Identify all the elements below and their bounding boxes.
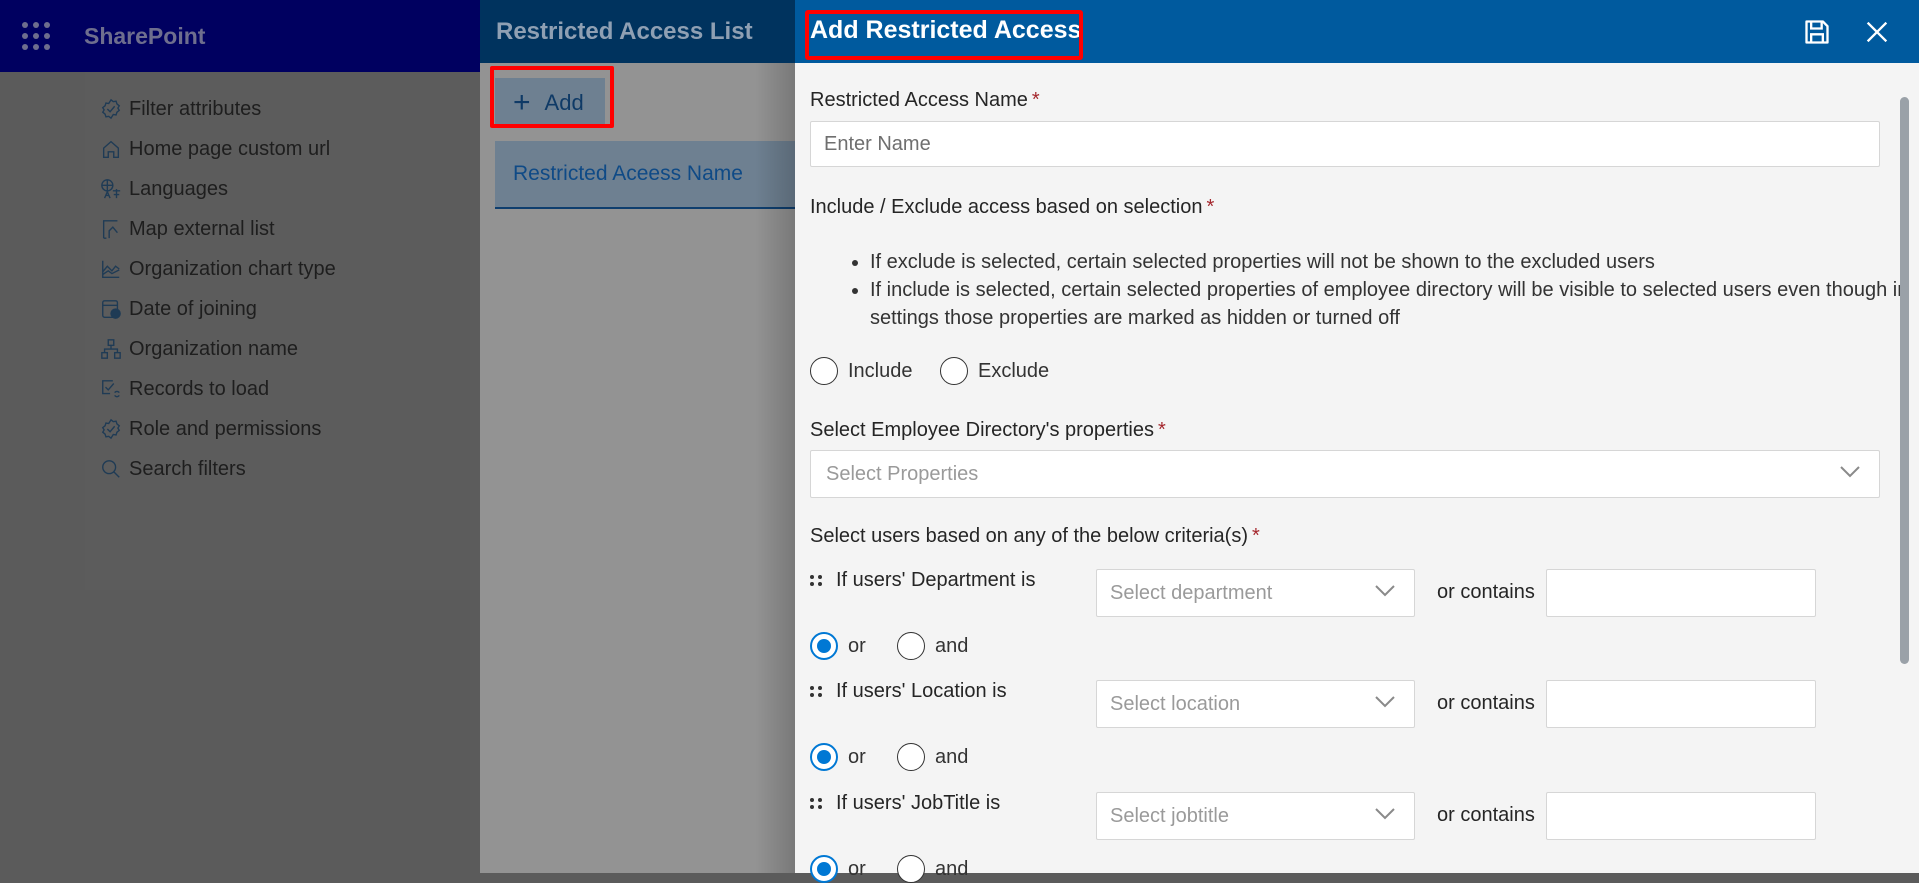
nav-item-organization-chart-type[interactable]: Organization chart type: [100, 254, 336, 284]
nav-item-filter-attributes[interactable]: Filter attributes: [100, 94, 261, 124]
checklist-sync-icon: [102, 380, 120, 398]
panel-scrollbar[interactable]: [1900, 97, 1909, 664]
properties-label: Select Employee Directory's properties *: [810, 419, 1166, 441]
add-restricted-access-panel: Add Restricted Access Restricted Access …: [795, 0, 1919, 883]
or-contains-label: or contains: [1437, 804, 1535, 826]
exclude-radio[interactable]: Exclude: [940, 357, 1049, 385]
nav-item-home-page-custom-url[interactable]: Home page custom url: [100, 134, 330, 164]
jobtitle-dropdown[interactable]: Select jobtitle: [1096, 792, 1415, 840]
location-or-radio[interactable]: or: [810, 743, 866, 771]
criteria-row-department-label: If users' Department is: [810, 569, 1035, 592]
suite-bar-overlay: SharePoint: [0, 0, 480, 72]
home-icon: [102, 140, 120, 158]
calendar-clock-icon: [102, 300, 121, 319]
department-and-radio[interactable]: and: [897, 632, 968, 660]
highlight-add-button: [490, 66, 614, 128]
panel-shadow: [755, 63, 795, 873]
location-contains-input[interactable]: [1546, 680, 1816, 728]
chevron-down-icon: [1374, 807, 1396, 821]
include-exclude-label: Include / Exclude access based on select…: [810, 196, 1215, 218]
area-chart-icon: [102, 260, 120, 278]
close-icon: [1866, 21, 1888, 43]
or-contains-label: or contains: [1437, 692, 1535, 714]
chevron-down-icon: [1374, 695, 1396, 709]
badge-check-icon: [101, 98, 121, 120]
save-button[interactable]: [1803, 18, 1831, 46]
app-name[interactable]: SharePoint: [84, 23, 205, 50]
criteria-label: Select users based on any of the below c…: [810, 525, 1260, 547]
chevron-down-icon: [1839, 465, 1861, 479]
department-contains-input[interactable]: [1546, 569, 1816, 617]
highlight-panel-title: [805, 10, 1083, 60]
nav-item-role-and-permissions[interactable]: Role and permissions: [100, 414, 321, 444]
settings-nav: Enable GCC Tenant Filter attributes Home…: [85, 50, 480, 590]
search-icon: [102, 460, 120, 478]
help-bullet: If include is selected, certain selected…: [870, 276, 1910, 332]
radio-circle: [897, 855, 925, 883]
restricted-access-list-panel: Restricted Access List + Add Restricted …: [480, 0, 795, 873]
location-dropdown[interactable]: Select location: [1096, 680, 1415, 728]
nav-item-search-filters[interactable]: Search filters: [100, 454, 246, 484]
properties-dropdown[interactable]: Select Properties: [810, 450, 1880, 498]
nav-item-records-to-load[interactable]: Records to load: [100, 374, 269, 404]
radio-circle-selected: [810, 632, 838, 660]
save-icon: [1805, 20, 1829, 44]
radio-circle: [810, 357, 838, 385]
include-exclude-help-list: If exclude is selected, certain selected…: [810, 248, 1910, 332]
radio-circle-selected: [810, 855, 838, 883]
chevron-down-icon: [1374, 584, 1396, 598]
drag-handle-icon[interactable]: [810, 794, 824, 814]
app-launcher-icon[interactable]: [22, 22, 50, 50]
or-contains-label: or contains: [1437, 581, 1535, 603]
location-and-radio[interactable]: and: [897, 743, 968, 771]
list-panel-header: Restricted Access List: [480, 0, 795, 63]
jobtitle-contains-input[interactable]: [1546, 792, 1816, 840]
translate-icon: [101, 179, 121, 199]
name-field-label: Restricted Access Name *: [810, 89, 1040, 111]
drag-handle-icon[interactable]: [810, 571, 824, 591]
map-list-icon: [102, 220, 118, 239]
department-dropdown[interactable]: Select department: [1096, 569, 1415, 617]
include-radio[interactable]: Include: [810, 357, 913, 385]
column-header-restricted-access-name[interactable]: Restricted Aceess Name: [495, 141, 795, 209]
restricted-access-name-input[interactable]: Enter Name: [810, 121, 1880, 167]
criteria-row-jobtitle-label: If users' JobTitle is: [810, 792, 1000, 815]
jobtitle-and-radio[interactable]: and: [897, 855, 968, 883]
list-panel-title: Restricted Access List: [496, 17, 753, 45]
jobtitle-or-radio[interactable]: or: [810, 855, 866, 883]
help-bullet: If exclude is selected, certain selected…: [870, 248, 1910, 276]
department-or-radio[interactable]: or: [810, 632, 866, 660]
nav-item-date-of-joining[interactable]: Date of joining: [100, 294, 257, 324]
radio-circle: [897, 632, 925, 660]
radio-circle-selected: [810, 743, 838, 771]
radio-circle: [897, 743, 925, 771]
badge-check-icon: [101, 418, 121, 440]
drag-handle-icon[interactable]: [810, 682, 824, 702]
org-tree-icon: [101, 339, 121, 359]
close-button[interactable]: [1863, 18, 1891, 46]
nav-item-organization-name[interactable]: Organization name: [100, 334, 298, 364]
nav-item-languages[interactable]: Languages: [100, 174, 228, 204]
criteria-row-location-label: If users' Location is: [810, 680, 1007, 703]
radio-circle: [940, 357, 968, 385]
nav-item-map-external-list[interactable]: Map external list: [100, 214, 275, 244]
